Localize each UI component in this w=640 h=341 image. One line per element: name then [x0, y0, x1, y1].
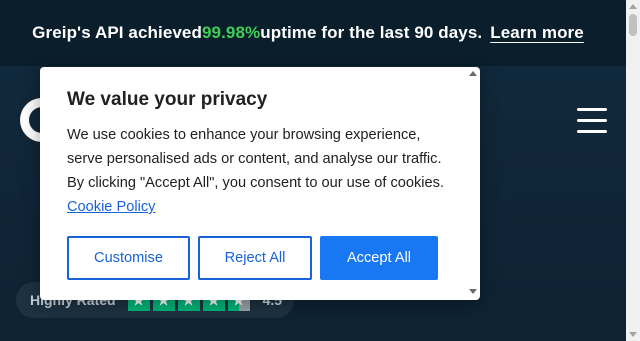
learn-more-link[interactable]: Learn more	[490, 23, 594, 43]
reject-all-button[interactable]: Reject All	[198, 236, 312, 280]
hamburger-menu-icon[interactable]	[577, 108, 607, 134]
dialog-body: We use cookies to enhance your browsing …	[67, 123, 447, 219]
cookie-consent-dialog: We value your privacy We use cookies to …	[40, 67, 480, 300]
accept-all-button[interactable]: Accept All	[320, 236, 438, 280]
scroll-up-arrow-icon[interactable]	[629, 4, 637, 9]
uptime-value: 99.98%	[201, 23, 261, 42]
dialog-scroll-up-icon[interactable]	[469, 71, 477, 76]
dialog-scroll-down-icon[interactable]	[469, 289, 477, 294]
page-scrollbar[interactable]	[626, 0, 640, 341]
consent-text: We use cookies to enhance your browsing …	[67, 127, 445, 191]
dialog-scrollbar[interactable]	[466, 67, 480, 300]
cookie-policy-link[interactable]: Cookie Policy	[67, 199, 155, 215]
announcement-bar: Greip's API achieved 99.98% uptime for t…	[0, 0, 626, 66]
announcement-suffix: uptime for the last 90 days.	[260, 23, 483, 42]
announcement-prefix: Greip's API achieved	[32, 23, 202, 42]
scroll-down-arrow-icon[interactable]	[629, 332, 637, 337]
dialog-title: We value your privacy	[67, 89, 268, 110]
customise-button[interactable]: Customise	[67, 236, 190, 280]
scrollbar-thumb[interactable]	[629, 14, 637, 36]
